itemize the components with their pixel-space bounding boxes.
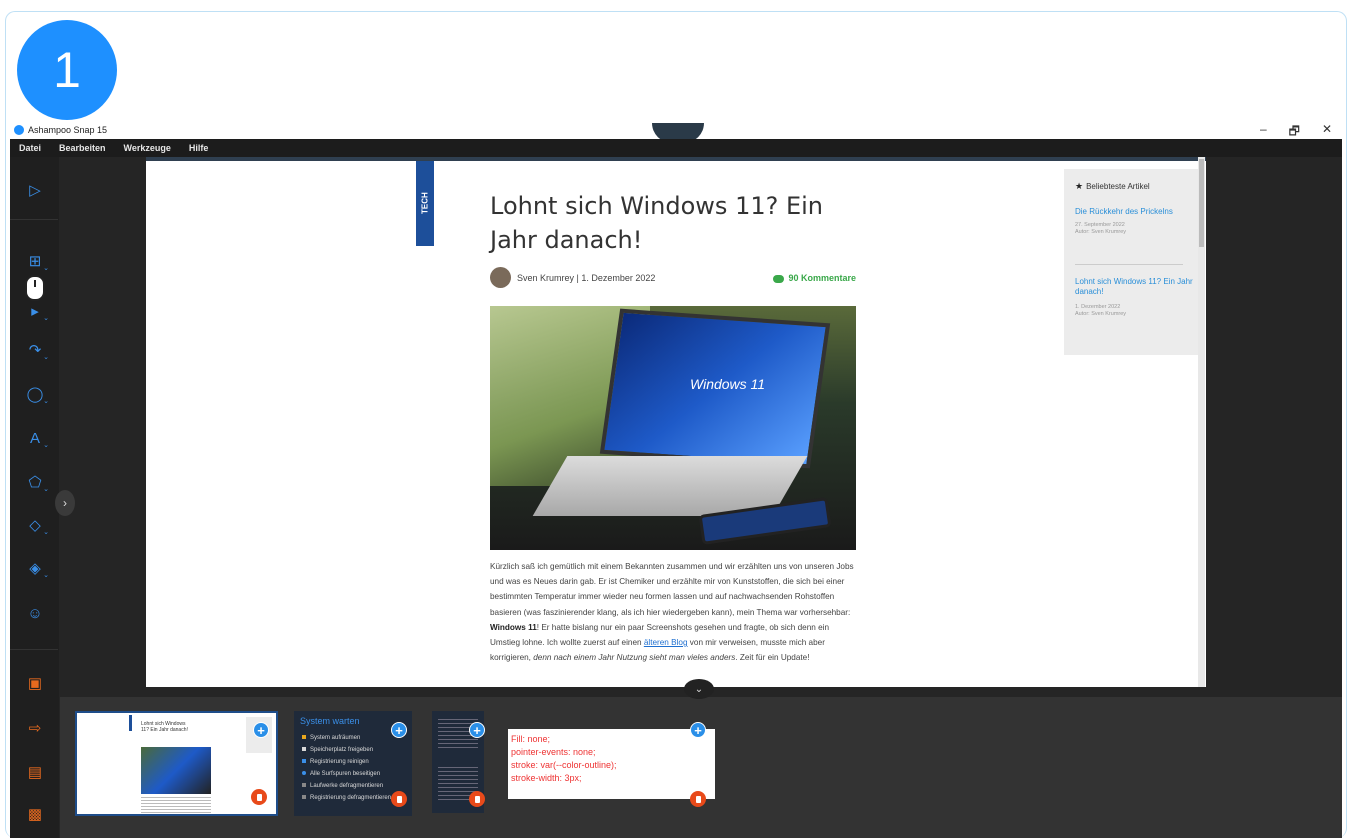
article-byline: Sven Krumrey | 1. Dezember 2022 90 Komme… <box>490 267 856 289</box>
toolbar-divider <box>10 649 58 650</box>
paint-bucket-icon[interactable]: ◈ ⌄ <box>24 557 49 579</box>
menu-hilfe[interactable]: Hilfe <box>189 143 209 153</box>
body-italic: denn nach einem Jahr Nutzung sieht man v… <box>533 653 736 663</box>
app-logo-icon <box>14 125 24 135</box>
list-item-label: Laufwerke defragmentieren <box>310 783 384 789</box>
delete-capture-button[interactable] <box>391 791 407 807</box>
article-title: Lohnt sich Windows 11? Ein Jahr danach! <box>490 192 824 254</box>
star-icon: ★ <box>1075 181 1084 191</box>
crop-icon[interactable]: ⊞ ⌄ <box>24 250 49 272</box>
tool-sidebar: ▷ ⊞ ⌄ ▸ ⌄ ↷ ⌄ ◯ ⌄ A ⌄ ⬠ ⌄ ◇ ⌄ ◈ ⌄ ☺ ▣ ⇨ ▤ ▩ <box>10 157 59 838</box>
list-item: Speicherplatz freigeben <box>302 747 373 753</box>
list-item: Alle Surfspuren beseitigen <box>302 771 380 777</box>
thumb-tag <box>129 715 132 731</box>
body-text-4: . Zeit für ein Update! <box>735 653 810 663</box>
list-item-label: Alle Surfspuren beseitigen <box>310 771 381 777</box>
popular-link[interactable]: Lohnt sich Windows 11? Ein Jahr danach! <box>1075 277 1193 297</box>
older-blog-link[interactable]: älteren Blog <box>644 638 688 647</box>
page-scrollbar[interactable] <box>1198 157 1205 687</box>
code-line: stroke: var(--color-outline); <box>511 760 617 770</box>
list-item-label: System aufräumen <box>310 735 361 741</box>
list-item: Registrierung reinigen <box>302 759 369 765</box>
text-style-icon[interactable]: A ⌄ <box>24 427 49 450</box>
eraser-icon[interactable]: ◇ ⌄ <box>24 514 49 536</box>
cursor-arrow-icon[interactable]: ▷ <box>24 179 46 201</box>
popular-author: Autor: Sven Krumrey <box>1075 229 1127 235</box>
clipboard-icon[interactable]: ▤ <box>24 761 46 783</box>
popular-date: 27. September 2022 <box>1075 222 1125 228</box>
delete-capture-button[interactable] <box>251 789 267 805</box>
comment-bubble-icon <box>773 274 785 283</box>
captured-page: TECH Lohnt sich Windows 11? Ein Jahr dan… <box>146 157 1206 687</box>
popular-articles-box: ★ Beliebteste Artikel Die Rückkehr des Pr… <box>1064 169 1198 355</box>
body-text-1: Kürzlich saß ich gemütlich mit einem Bek… <box>490 562 854 617</box>
code-line: pointer-events: none; <box>511 747 596 757</box>
article-body: Kürzlich saß ich gemütlich mit einem Bek… <box>490 559 860 665</box>
add-to-capture-button[interactable]: + <box>253 722 269 738</box>
thumb-system-title: System warten <box>300 716 360 726</box>
hero-image: Windows 11 <box>490 306 856 550</box>
bullet-icon <box>302 747 306 751</box>
window-title: Ashampoo Snap 15 <box>28 125 108 135</box>
code-snippet: Fill: none; pointer-events: none; stroke… <box>511 733 617 785</box>
collapse-tray-button[interactable]: ⌄ <box>684 679 714 699</box>
pentagon-icon[interactable]: ⬠ ⌄ <box>24 471 49 493</box>
toolbar-divider <box>10 219 58 220</box>
code-line: stroke-width: 3px; <box>511 773 582 783</box>
menu-bar: Datei Bearbeiten Werkzeuge Hilfe <box>10 139 1342 157</box>
body-bold: Windows 11 <box>490 622 537 632</box>
popular-author: Autor: Sven Krumrey <box>1075 311 1127 317</box>
list-item: Registrierung defragmentieren <box>302 795 391 801</box>
popular-link[interactable]: Die Rückkehr des Prickelns <box>1075 207 1193 217</box>
popular-divider <box>1075 264 1183 265</box>
list-item: Laufwerke defragmentieren <box>302 783 383 789</box>
add-to-capture-button[interactable]: + <box>391 722 407 738</box>
hero-windows-label: Windows 11 <box>690 376 766 392</box>
code-line: Fill: none; <box>511 734 551 744</box>
smiley-icon[interactable]: ☺ <box>24 602 46 624</box>
delete-capture-button[interactable] <box>469 791 485 807</box>
menu-werkzeuge[interactable]: Werkzeuge <box>124 143 171 153</box>
avatar <box>490 267 511 288</box>
bullet-icon <box>302 759 306 763</box>
save-icon[interactable]: ▣ <box>24 672 46 694</box>
step-badge: 1 <box>17 20 117 120</box>
thumb-title: Lohnt sich Windows 11? Ein Jahr danach! <box>141 721 188 733</box>
list-item-label: Speicherplatz freigeben <box>310 747 374 753</box>
list-item-label: Registrierung defragmentieren <box>310 795 392 801</box>
expand-toolbar-button[interactable]: › <box>55 490 75 516</box>
screenshot-frame: 1 Ashampoo Snap 15 – 🗗 ✕ Datei Bearbeite… <box>0 0 1351 838</box>
scrollbar-thumb[interactable] <box>1199 159 1204 247</box>
menu-datei[interactable]: Datei <box>19 143 41 153</box>
popular-heading: ★ Beliebteste Artikel <box>1075 181 1150 192</box>
curved-arrow-icon[interactable]: ↷ ⌄ <box>24 339 49 361</box>
tray-thumbnail-code[interactable]: Fill: none; pointer-events: none; stroke… <box>508 729 715 799</box>
bullet-icon <box>302 795 306 799</box>
menu-bearbeiten[interactable]: Bearbeiten <box>59 143 106 153</box>
export-icon[interactable]: ⇨ <box>24 717 46 739</box>
category-tag: TECH <box>416 161 434 246</box>
bullet-icon <box>302 783 306 787</box>
popular-date: 1. Dezember 2022 <box>1075 304 1121 310</box>
thumb-image <box>141 747 211 794</box>
add-to-capture-button[interactable]: + <box>469 722 485 738</box>
popular-heading-label: Beliebteste Artikel <box>1086 182 1150 191</box>
comments-count: 90 Kommentare <box>788 273 856 283</box>
comments-link[interactable]: 90 Kommentare <box>773 273 856 283</box>
bullet-icon <box>302 771 306 775</box>
list-item: System aufräumen <box>302 735 360 741</box>
add-to-capture-button[interactable]: + <box>690 722 706 738</box>
tray-thumbnail-article[interactable]: Lohnt sich Windows 11? Ein Jahr danach! <box>75 711 278 816</box>
author-line: Sven Krumrey | 1. Dezember 2022 <box>517 273 656 283</box>
bullet-icon <box>302 735 306 739</box>
mouse-icon <box>25 275 45 301</box>
list-item-label: Registrierung reinigen <box>310 759 369 765</box>
delete-capture-button[interactable] <box>690 791 706 807</box>
trash-icon[interactable]: ▩ <box>24 803 46 825</box>
page-header-strip <box>146 157 1206 161</box>
drop-icon[interactable]: ◯ ⌄ <box>24 383 49 405</box>
thumb-text-lines <box>141 797 211 813</box>
selection-tool-icon[interactable]: ▸ ⌄ <box>24 300 49 322</box>
